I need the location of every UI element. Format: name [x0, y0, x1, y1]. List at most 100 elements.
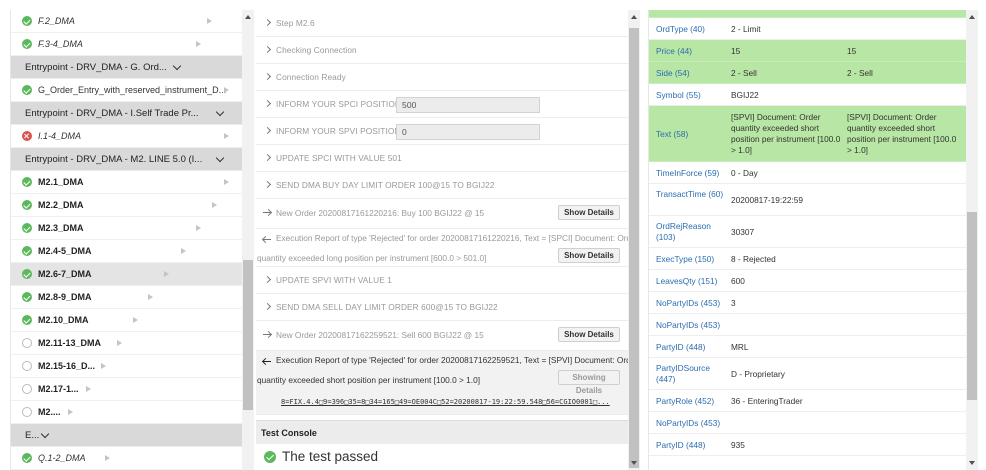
scroll-down-arrow-icon[interactable]	[968, 461, 975, 465]
field-name: OrdRejReason (103)	[656, 221, 711, 242]
test-steps-scrollbar[interactable]	[628, 10, 640, 470]
expand-arrow-icon[interactable]	[101, 363, 106, 369]
showing-details-button[interactable]: Showing Details	[558, 370, 620, 395]
tree-item[interactable]: I.1-4_DMA	[11, 125, 243, 148]
fix-raw-message-link[interactable]: 8=FIX.4.4□9=396□35=8□34=165□49=OE004C□52…	[281, 398, 610, 406]
tree-item[interactable]: M2.10_DMA	[11, 309, 243, 332]
step-row[interactable]: UPDATE SPVI WITH VALUE 1	[256, 267, 628, 294]
expand-arrow-icon[interactable]	[224, 179, 229, 185]
scrollbar-thumb[interactable]	[967, 212, 977, 400]
scroll-up-arrow-icon[interactable]	[968, 15, 975, 19]
tree-item[interactable]: M2.15-16_D...	[11, 355, 243, 378]
field-row: PartyID (448) 935	[649, 434, 966, 456]
tree-group-header[interactable]: Entrypoint - DRV_DMA - G. Ord...	[11, 56, 243, 79]
scroll-up-arrow-icon[interactable]	[630, 15, 637, 19]
expand-arrow-icon[interactable]	[224, 87, 229, 93]
tree-item[interactable]: M2.2_DMA	[11, 194, 243, 217]
field-name: PartyIDSource (447)	[656, 363, 710, 384]
tree-group-label: Entrypoint - DRV_DMA - M2. LINE 5.0 (I..…	[25, 154, 203, 165]
outgoing-message-row[interactable]: New Order 20200817162259521: Sell 600 BG…	[256, 321, 628, 351]
expand-arrow-icon[interactable]	[105, 455, 110, 461]
position-input[interactable]: 0	[396, 124, 540, 140]
chevron-down-icon[interactable]	[40, 429, 50, 439]
step-row[interactable]: Checking Connection	[256, 37, 628, 64]
expand-arrow-icon[interactable]	[133, 317, 138, 323]
message-details-scrollbar[interactable]	[966, 10, 978, 470]
input-step-row[interactable]: INFORM YOUR SPVI POSITION 0	[256, 118, 628, 145]
tree-group-header[interactable]: E...	[11, 424, 243, 447]
tree-group-header[interactable]: Entrypoint - DRV_DMA - M2. LINE 5.0 (I..…	[11, 148, 243, 171]
tree-item[interactable]: Q.1-2_DMA	[11, 447, 243, 470]
tree-item[interactable]: F.3-4_DMA	[11, 33, 243, 56]
pending-circle-icon	[22, 384, 32, 394]
tree-group-header[interactable]: Entrypoint - DRV_DMA - I.Self Trade Pr..…	[11, 102, 243, 125]
tree-item[interactable]: M2.4-5_DMA	[11, 240, 243, 263]
test-console-header[interactable]: Test Console	[256, 420, 628, 444]
passed-check-icon	[22, 453, 32, 463]
tree-item[interactable]: M2.11-13_DMA	[11, 332, 243, 355]
position-input[interactable]: 500	[396, 97, 540, 113]
chevron-right-icon[interactable]	[263, 18, 272, 27]
chevron-down-icon[interactable]	[172, 61, 182, 71]
scroll-up-arrow-icon[interactable]	[244, 15, 251, 19]
chevron-right-icon[interactable]	[263, 275, 272, 284]
expand-arrow-icon[interactable]	[181, 248, 186, 254]
step-row[interactable]: Step M2.6	[256, 10, 628, 37]
expand-arrow-icon[interactable]	[86, 386, 91, 392]
expand-arrow-icon[interactable]	[196, 41, 201, 47]
expand-arrow-icon[interactable]	[117, 340, 122, 346]
chevron-right-icon[interactable]	[263, 126, 272, 135]
chevron-down-icon[interactable]	[215, 107, 225, 117]
step-row[interactable]: SEND DMA SELL DAY LIMIT ORDER 600@15 TO …	[256, 294, 628, 321]
tree-group-label: E...	[25, 430, 40, 441]
scroll-down-arrow-icon[interactable]	[630, 461, 637, 465]
expand-arrow-icon[interactable]	[224, 133, 229, 139]
chevron-right-icon[interactable]	[263, 153, 272, 162]
chevron-right-icon[interactable]	[263, 72, 272, 81]
scrollbar-thumb[interactable]	[629, 28, 639, 468]
chevron-right-icon[interactable]	[263, 99, 272, 108]
tree-item[interactable]: G_Order_Entry_with_reserved_instrument_D…	[11, 79, 243, 102]
show-details-button[interactable]: Show Details	[558, 327, 620, 342]
field-name: Price (44)	[656, 45, 692, 56]
field-row: Text (58) [SPVI] Document: Order quantity…	[649, 106, 966, 162]
tree-item-label: M2.3_DMA	[38, 223, 84, 233]
expand-arrow-icon[interactable]	[207, 18, 212, 24]
expand-arrow-icon[interactable]	[164, 271, 169, 277]
tree-item[interactable]: M2.3_DMA	[11, 217, 243, 240]
test-tree-scrollbar[interactable]	[242, 10, 254, 470]
expand-arrow-icon[interactable]	[68, 409, 73, 415]
execution-report-row[interactable]: Execution Report of type 'Rejected' for …	[256, 229, 628, 267]
chevron-right-icon[interactable]	[263, 45, 272, 54]
tree-item[interactable]: M2.8-9_DMA	[11, 286, 243, 309]
execution-report-row[interactable]: Execution Report of type 'Rejected' for …	[256, 351, 628, 415]
scrollbar-thumb[interactable]	[243, 260, 253, 410]
field-name: Text (58)	[656, 128, 689, 139]
tree-item[interactable]: M2.1_DMA	[11, 171, 243, 194]
step-row[interactable]: SEND DMA BUY DAY LIMIT ORDER 100@15 TO B…	[256, 172, 628, 199]
step-row[interactable]: Connection Ready	[256, 64, 628, 91]
show-details-button[interactable]: Show Details	[558, 205, 620, 220]
test-runner-window: F.2_DMA F.3-4_DMA Entrypoint - DRV_DMA - G…	[0, 0, 986, 470]
outgoing-message-row[interactable]: New Order 20200817161220216: Buy 100 BGI…	[256, 199, 628, 229]
field-name: LeavesQty (151)	[656, 275, 718, 286]
step-row[interactable]: UPDATE SPCI WITH VALUE 501	[256, 145, 628, 172]
tree-item[interactable]: M2.6-7_DMA	[11, 263, 243, 286]
chevron-right-icon[interactable]	[263, 180, 272, 189]
field-name: TimeInForce (59)	[656, 167, 720, 178]
expand-arrow-icon[interactable]	[212, 202, 217, 208]
expand-arrow-icon[interactable]	[196, 225, 201, 231]
tree-item[interactable]: M2.17-1...	[11, 378, 243, 401]
tree-item[interactable]: M2....	[11, 401, 243, 424]
field-value: 935	[731, 439, 745, 450]
field-row: NoPartyIDs (453)	[649, 314, 966, 336]
show-details-button[interactable]: Show Details	[558, 248, 620, 263]
expand-arrow-icon[interactable]	[148, 294, 153, 300]
input-step-row[interactable]: INFORM YOUR SPCI POSITION 500	[256, 91, 628, 118]
tree-item-label: M2.11-13_DMA	[38, 338, 102, 348]
step-text: INFORM YOUR SPVI POSITION	[276, 126, 401, 136]
tree-item[interactable]: F.2_DMA	[11, 10, 243, 33]
chevron-down-icon[interactable]	[215, 153, 225, 163]
chevron-right-icon[interactable]	[263, 302, 272, 311]
test-tree-list: F.2_DMA F.3-4_DMA Entrypoint - DRV_DMA - G…	[11, 10, 243, 470]
